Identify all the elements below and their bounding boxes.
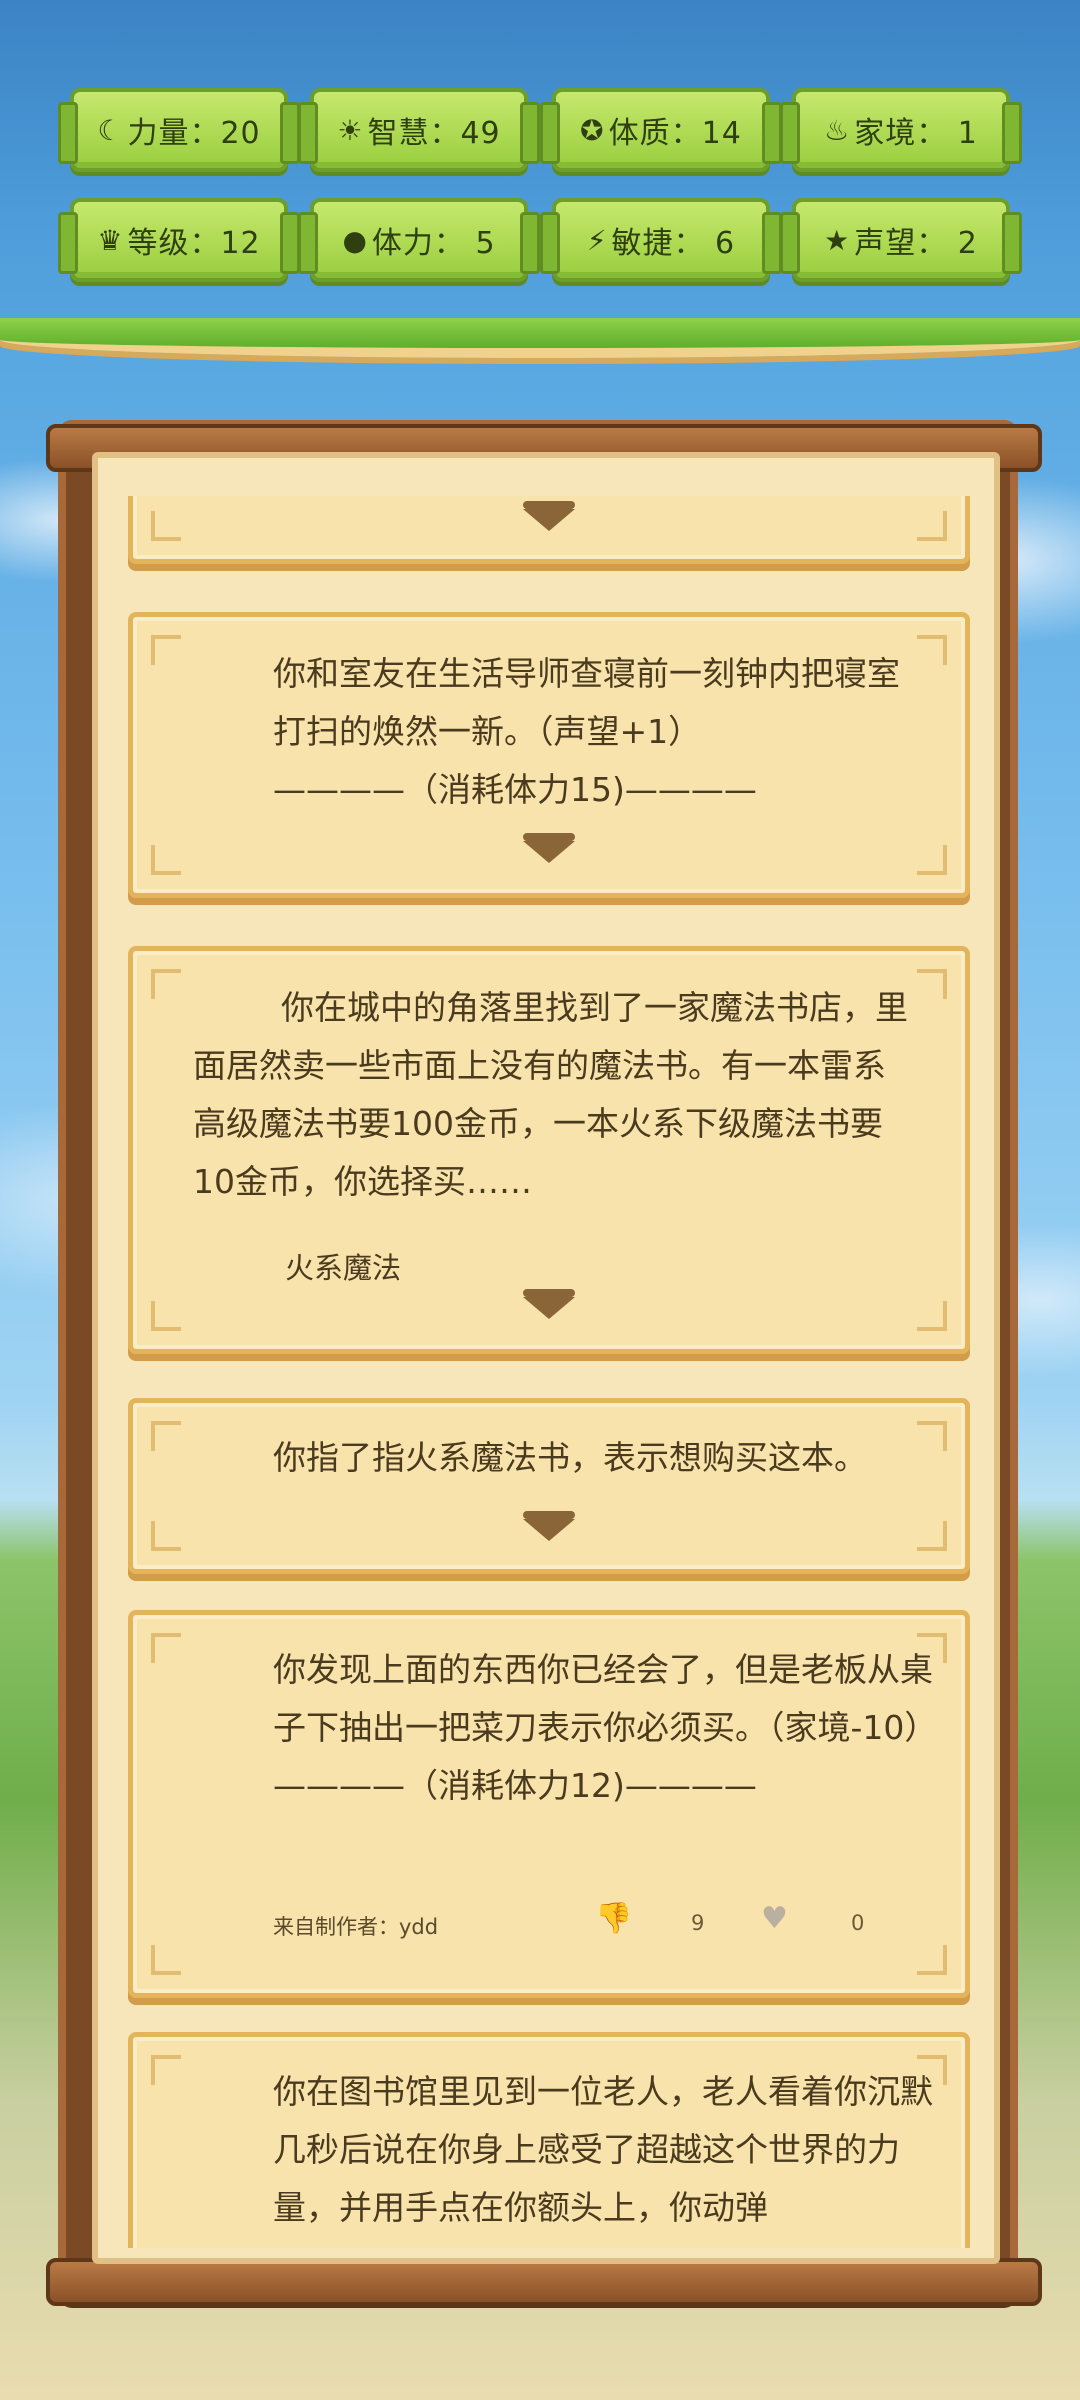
corner-ornament	[151, 1521, 181, 1551]
event-text: 你在城中的角落里找到了一家魔法书店，里面居然卖一些市面上没有的魔法书。有一本雷系…	[193, 988, 908, 1201]
strength-icon: ☾	[97, 113, 124, 147]
stats-background	[0, 0, 1080, 350]
dislike-icon[interactable]: 👎	[595, 1901, 632, 1936]
corner-ornament	[917, 1301, 947, 1331]
stat-strength: ☾ 力量：20	[58, 88, 300, 172]
choice-label[interactable]: 火系魔法	[285, 1245, 401, 1287]
event-text: 你和室友在生活导师查寝前一刻钟内把寝室打扫的焕然一新。（声望+1） ————（消…	[273, 654, 900, 809]
corner-ornament	[151, 511, 181, 541]
corner-ornament	[151, 2055, 181, 2085]
corner-ornament	[917, 1521, 947, 1551]
corner-ornament	[917, 1945, 947, 1975]
corner-ornament	[151, 635, 181, 665]
event-text: 你在图书馆里见到一位老人，老人看着你沉默几秒后说在你身上感受了超越这个世界的力量…	[273, 2072, 933, 2227]
corner-ornament	[151, 1633, 181, 1663]
corner-ornament	[151, 1421, 181, 1451]
event-card	[128, 496, 970, 564]
stat-family: ♨ 家境： 1	[780, 88, 1022, 172]
stat-label: 家境： 1	[854, 116, 978, 151]
corner-ornament	[151, 1945, 181, 1975]
event-card: 你和室友在生活导师查寝前一刻钟内把寝室打扫的焕然一新。（声望+1） ————（消…	[128, 612, 970, 898]
corner-ornament	[151, 969, 181, 999]
stat-label: 智慧：49	[367, 116, 501, 151]
corner-ornament	[917, 969, 947, 999]
like-heart-icon[interactable]: ♥	[761, 1901, 788, 1936]
event-card: 你在城中的角落里找到了一家魔法书店，里面居然卖一些市面上没有的魔法书。有一本雷系…	[128, 946, 970, 1354]
stat-label: 等级：12	[127, 226, 261, 261]
wisdom-icon: ☀	[337, 113, 364, 147]
corner-ornament	[917, 845, 947, 875]
event-card: 你在图书馆里见到一位老人，老人看着你沉默几秒后说在你身上感受了超越这个世界的力量…	[128, 2032, 970, 2248]
stat-stamina: ● 体力： 5	[298, 198, 540, 282]
stat-constitution: ✪ 体质：14	[540, 88, 782, 172]
corner-ornament	[151, 1301, 181, 1331]
stat-agility: ⚡ 敏捷： 6	[540, 198, 782, 282]
event-card: 你指了指火系魔法书，表示想购买这本。	[128, 1398, 970, 1574]
stat-wisdom: ☀ 智慧：49	[298, 88, 540, 172]
corner-ornament	[151, 845, 181, 875]
grass-divider	[0, 318, 1080, 358]
expand-arrow-icon[interactable]	[523, 1511, 575, 1541]
stat-label: 体质：14	[608, 116, 742, 151]
stat-reputation: ★ 声望： 2	[780, 198, 1022, 282]
family-icon: ♨	[824, 113, 851, 147]
event-text: 你发现上面的东西你已经会了，但是老板从桌子下抽出一把菜刀表示你必须买。（家境-1…	[273, 1650, 938, 1805]
stat-label: 体力： 5	[371, 226, 496, 261]
agility-icon: ⚡	[586, 223, 608, 257]
expand-arrow-icon[interactable]	[523, 501, 575, 531]
scroll-rod-bottom	[46, 2258, 1042, 2306]
constitution-icon: ✪	[580, 113, 605, 147]
event-text: 你指了指火系魔法书，表示想购买这本。	[273, 1438, 867, 1477]
like-count: 0	[851, 1911, 865, 1935]
dislike-count: 9	[691, 1911, 705, 1935]
stat-label: 声望： 2	[854, 226, 978, 261]
author-credit: 来自制作者：ydd	[273, 1915, 439, 1939]
stat-label: 力量：20	[127, 116, 261, 151]
corner-ornament	[917, 511, 947, 541]
event-log[interactable]: 你和室友在生活导师查寝前一刻钟内把寝室打扫的焕然一新。（声望+1） ————（消…	[128, 496, 970, 2248]
reputation-icon: ★	[824, 223, 851, 257]
stat-label: 敏捷： 6	[611, 226, 736, 261]
event-card: 你发现上面的东西你已经会了，但是老板从桌子下抽出一把菜刀表示你必须买。（家境-1…	[128, 1610, 970, 1998]
expand-arrow-icon[interactable]	[523, 1289, 575, 1319]
level-icon: ♛	[97, 223, 124, 257]
stat-level: ♛ 等级：12	[58, 198, 300, 282]
expand-arrow-icon[interactable]	[523, 833, 575, 863]
stamina-icon: ●	[342, 223, 368, 257]
